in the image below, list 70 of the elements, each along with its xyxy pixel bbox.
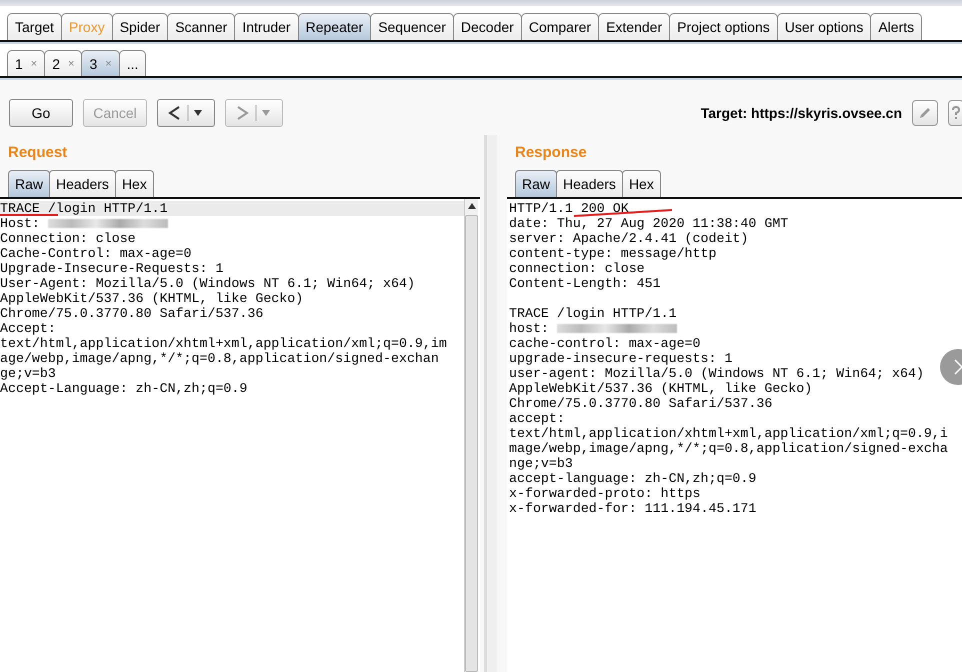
code-line: user-agent: Mozilla/5.0 (Windows NT 6.1; Win64; x64)	[509, 366, 924, 381]
editor-tab[interactable]: Hex	[114, 170, 154, 197]
scrollbar[interactable]	[464, 199, 478, 672]
code-line: accept-language: zh-CN,zh;q=0.9	[509, 471, 756, 486]
code-line: Chrome/75.0.3770.80 Safari/537.36	[509, 396, 772, 411]
main-tab[interactable]: Alerts	[870, 13, 922, 40]
repeater-tab[interactable]: 2 ×	[44, 50, 82, 76]
code-line: accept:	[509, 411, 565, 426]
repeater-tab[interactable]: ...	[118, 50, 146, 76]
tab-label[interactable]: 1	[15, 56, 23, 72]
code-line: x-forwarded-proto: https	[509, 486, 701, 501]
code-line: text/html,application/xhtml+xml,application/xml;q=0.9,i	[509, 426, 948, 441]
code-line: User-Agent: Mozilla/5.0 (Windows NT 6.1; Win64; x64)	[0, 276, 415, 291]
code-line: age/webp,image/apng,*/*;q=0.8,application/signed-exchan	[0, 351, 439, 366]
tab-label[interactable]: 2	[52, 56, 60, 72]
code-line: text/html,application/xhtml+xml,application/xml;q=0.9,im	[0, 336, 447, 351]
scroll-up-icon[interactable]	[466, 201, 478, 211]
pencil-icon	[918, 106, 932, 120]
help-icon	[951, 106, 961, 120]
help-button[interactable]	[948, 100, 962, 126]
main-tab[interactable]: Repeater	[298, 13, 372, 40]
code-line: mage/webp,image/apng,*/*;q=0.8,application/signed-excha	[509, 441, 948, 456]
main-tab[interactable]: Project options	[669, 13, 778, 40]
code-line: TRACE /login HTTP/1.1	[0, 201, 168, 216]
main-tab[interactable]: Intruder	[234, 13, 299, 40]
code-line: HTTP/1.1 200 OK	[509, 201, 629, 216]
repeater-tab[interactable]: 1 ×	[7, 50, 46, 76]
main-tab[interactable]: User options	[776, 13, 872, 40]
code-line: server: Apache/2.4.41 (codeit)	[509, 231, 748, 246]
tab-label[interactable]: 3	[89, 56, 98, 72]
editor-tab[interactable]: Raw	[8, 170, 50, 197]
code-line: date: Thu, 27 Aug 2020 11:38:40 GMT	[509, 216, 788, 231]
code-line: nge;v=b3	[509, 456, 573, 471]
main-tab[interactable]: Decoder	[452, 13, 522, 40]
edit-button[interactable]	[912, 100, 938, 126]
main-tab[interactable]: Scanner	[167, 13, 236, 40]
code-line: AppleWebKit/537.36 (KHTML, like Gecko)	[0, 291, 304, 306]
pane-title: Request	[7, 143, 68, 163]
main-tab[interactable]: Spider	[112, 13, 168, 40]
editor-tab[interactable]: Headers	[49, 170, 116, 197]
toolbar-button[interactable]: Go	[9, 99, 73, 127]
target-label: Target: https://skyris.ovsee.cn	[700, 105, 902, 121]
code-line: Chrome/75.0.3770.80 Safari/537.36	[0, 306, 264, 321]
back-button[interactable]	[157, 99, 215, 127]
code-line: Host:	[0, 216, 41, 231]
code-line: AppleWebKit/537.36 (KHTML, like Gecko)	[509, 381, 812, 396]
code-line: ge;v=b3	[0, 366, 56, 381]
code-line: x-forwarded-for: 111.194.45.171	[509, 501, 756, 516]
code-line: Accept-Language: zh-CN,zh;q=0.9	[0, 381, 248, 396]
main-tab[interactable]: Sequencer	[370, 13, 454, 40]
code-line: Connection: close	[0, 231, 136, 246]
code-line: cache-control: max-age=0	[509, 336, 701, 351]
code-line: content-type: message/http	[509, 246, 716, 261]
pane-title: Response	[514, 143, 588, 163]
main-tab[interactable]: Comparer	[520, 13, 600, 40]
main-tab[interactable]: Extender	[598, 13, 670, 40]
editor-tab[interactable]: Headers	[556, 170, 623, 197]
code-line: Upgrade-Insecure-Requests: 1	[0, 261, 224, 276]
repeater-tab[interactable]: 3 ×	[81, 50, 120, 76]
code-line: Content-Length: 451	[509, 276, 661, 291]
code-line: TRACE /login HTTP/1.1	[509, 306, 677, 321]
tab-label[interactable]: ...	[126, 56, 138, 72]
code-line: Accept:	[0, 321, 56, 336]
main-tab[interactable]: Target	[7, 13, 62, 40]
code-line: Cache-Control: max-age=0	[0, 246, 192, 261]
editor-tab[interactable]: Hex	[622, 170, 661, 197]
code-line: host:	[509, 321, 550, 336]
code-line: upgrade-insecure-requests: 1	[509, 351, 732, 366]
code-line: connection: close	[509, 261, 645, 276]
editor-tab[interactable]: Raw	[515, 170, 558, 197]
